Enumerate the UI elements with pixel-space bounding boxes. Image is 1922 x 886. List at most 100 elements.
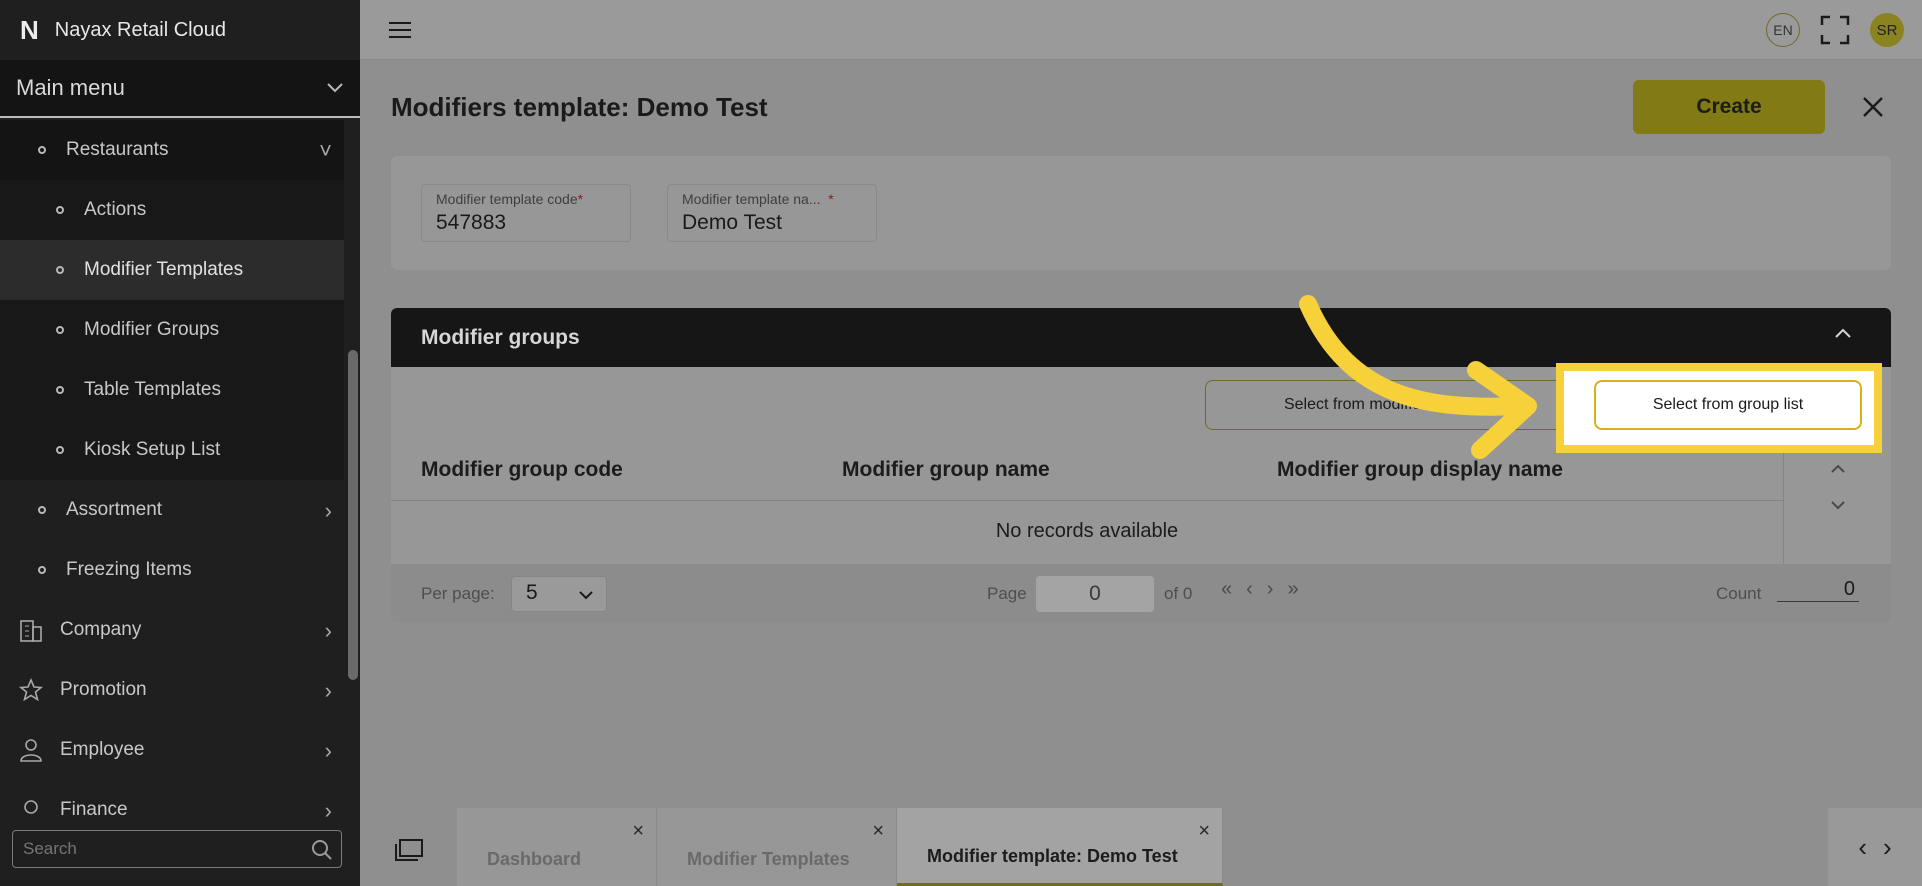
bullet-icon (56, 206, 64, 214)
chevron-right-icon: › (324, 498, 332, 523)
search-icon[interactable] (311, 839, 333, 861)
template-code-label: Modifier template code (436, 191, 578, 207)
tab-close-icon[interactable]: × (1198, 820, 1210, 843)
sidebar-item-label: Assortment (66, 499, 163, 520)
count-label: Count (1716, 584, 1762, 603)
select-from-group-list-button[interactable]: Select from group list (1594, 380, 1862, 430)
chevron-down-icon (327, 83, 343, 93)
tab-prev-icon[interactable]: ‹ (1858, 832, 1867, 863)
building-icon (18, 617, 44, 643)
chevron-up-icon[interactable] (1833, 326, 1853, 340)
sidebar-item-modifier-groups[interactable]: Modifier Groups (0, 300, 344, 360)
page-of-label: of 0 (1164, 584, 1193, 603)
top-bar: EN SR (360, 0, 1922, 60)
tab-close-icon[interactable]: × (872, 820, 884, 843)
main-menu-label: Main menu (16, 75, 125, 100)
tab-close-icon[interactable]: × (632, 820, 644, 843)
required-mark: * (577, 191, 584, 207)
tab-dashboard[interactable]: Dashboard × (457, 808, 657, 886)
sidebar-item-label: Promotion (60, 679, 147, 700)
create-button[interactable]: Create (1633, 80, 1825, 134)
sidebar-item-modifier-templates[interactable]: Modifier Templates (0, 240, 344, 300)
column-header-code[interactable]: Modifier group code (421, 458, 623, 482)
modifier-groups-card: Modifier groups Select from modifier tem… (391, 308, 1891, 622)
bullet-icon (56, 266, 64, 274)
pagination-bar: Per page: 5 Page 0 of 0 « ‹ › » Count 0 (391, 564, 1891, 622)
page-input[interactable]: 0 (1036, 576, 1154, 612)
per-page-value: 5 (526, 581, 538, 604)
sidebar-search-input[interactable] (23, 839, 303, 859)
brand-header[interactable]: N Nayax Retail Cloud (0, 0, 360, 60)
sidebar-item-label: Company (60, 619, 142, 640)
empty-state-text: No records available (995, 520, 1179, 542)
chevron-down-icon[interactable] (1830, 500, 1846, 510)
template-name-value: Demo Test (682, 211, 782, 234)
tab-label: Modifier template: Demo Test (927, 846, 1178, 866)
column-header-name[interactable]: Modifier group name (842, 458, 1050, 482)
per-page-select[interactable]: 5 (511, 576, 607, 612)
sidebar-item-label: Table Templates (84, 379, 221, 400)
bullet-icon (56, 386, 64, 394)
chevron-right-icon: › (324, 738, 332, 763)
template-form-card: Modifier template code* 547883 Modifier … (391, 156, 1891, 270)
user-avatar[interactable]: SR (1870, 13, 1904, 47)
template-name-field[interactable]: Modifier template na... * Demo Test (667, 184, 877, 242)
sidebar-item-finance[interactable]: Finance › (0, 780, 344, 820)
tab-label: Modifier Templates (687, 849, 850, 869)
first-page-icon[interactable]: « (1221, 578, 1232, 601)
chevron-right-icon: › (324, 618, 332, 643)
chevron-up-icon[interactable] (1830, 464, 1846, 474)
close-icon[interactable] (1862, 96, 1884, 118)
next-page-icon[interactable]: › (1267, 578, 1274, 601)
tab-bar: Dashboard × Modifier Templates × Modifier te… (360, 808, 1922, 886)
sidebar-item-label: Modifier Templates (84, 259, 244, 280)
bullet-icon (38, 506, 46, 514)
bullet-icon (56, 326, 64, 334)
fullscreen-icon[interactable] (1820, 15, 1850, 45)
tab-label: Dashboard (487, 849, 582, 869)
sidebar-menu: Restaurants ˅ Actions Modifier Templates Mod… (0, 120, 344, 820)
template-name-label: Modifier template na... (682, 191, 821, 207)
sidebar-item-actions[interactable]: Actions (0, 180, 344, 240)
star-icon (18, 677, 44, 703)
sidebar-item-table-templates[interactable]: Table Templates (0, 360, 344, 420)
chevron-right-icon: › (324, 678, 332, 703)
template-code-field[interactable]: Modifier template code* 547883 (421, 184, 631, 242)
windows-icon[interactable] (394, 838, 424, 862)
tab-next-icon[interactable]: › (1883, 832, 1892, 863)
sidebar-item-label: Restaurants (66, 139, 169, 160)
chevron-right-icon: › (324, 798, 332, 820)
tab-modifier-template-demo-test[interactable]: Modifier template: Demo Test × (897, 808, 1223, 886)
prev-page-icon[interactable]: ‹ (1246, 578, 1253, 601)
page-label: Page (987, 584, 1027, 603)
sidebar-scrollbar[interactable] (348, 350, 358, 680)
sidebar-item-company[interactable]: Company › (0, 600, 344, 660)
sidebar-item-label: Employee (60, 739, 145, 760)
bullet-icon (56, 446, 64, 454)
main-menu-toggle[interactable]: Main menu (0, 60, 360, 118)
bullet-icon (38, 146, 46, 154)
sidebar-item-label: Kiosk Setup List (84, 439, 221, 460)
page-title: Modifiers template: Demo Test (391, 92, 768, 122)
language-button[interactable]: EN (1766, 13, 1800, 47)
per-page-label: Per page: (421, 584, 495, 603)
modifier-groups-title: Modifier groups (421, 325, 580, 349)
sidebar-item-promotion[interactable]: Promotion › (0, 660, 344, 720)
tab-nav: ‹ › (1828, 808, 1922, 886)
template-code-value: 547883 (436, 211, 507, 234)
nayax-logo-icon: N (20, 14, 39, 45)
required-mark: * (828, 191, 834, 207)
hamburger-menu-icon[interactable] (388, 20, 412, 40)
sidebar-item-assortment[interactable]: Assortment › (0, 480, 344, 540)
sidebar-item-employee[interactable]: Employee › (0, 720, 344, 780)
sidebar: N Nayax Retail Cloud Main menu Restauran… (0, 0, 360, 886)
last-page-icon[interactable]: » (1287, 578, 1298, 601)
modifier-groups-header[interactable]: Modifier groups (391, 308, 1891, 367)
sidebar-item-label: Modifier Groups (84, 319, 220, 340)
sidebar-item-freezing-items[interactable]: Freezing Items (0, 540, 344, 600)
sidebar-item-restaurants[interactable]: Restaurants ˅ (0, 120, 344, 180)
tab-modifier-templates[interactable]: Modifier Templates × (657, 808, 897, 886)
app-title: Nayax Retail Cloud (54, 18, 226, 41)
open-tabs: Dashboard × Modifier Templates × Modifier te… (457, 808, 1223, 886)
sidebar-item-kiosk-setup-list[interactable]: Kiosk Setup List (0, 420, 344, 480)
